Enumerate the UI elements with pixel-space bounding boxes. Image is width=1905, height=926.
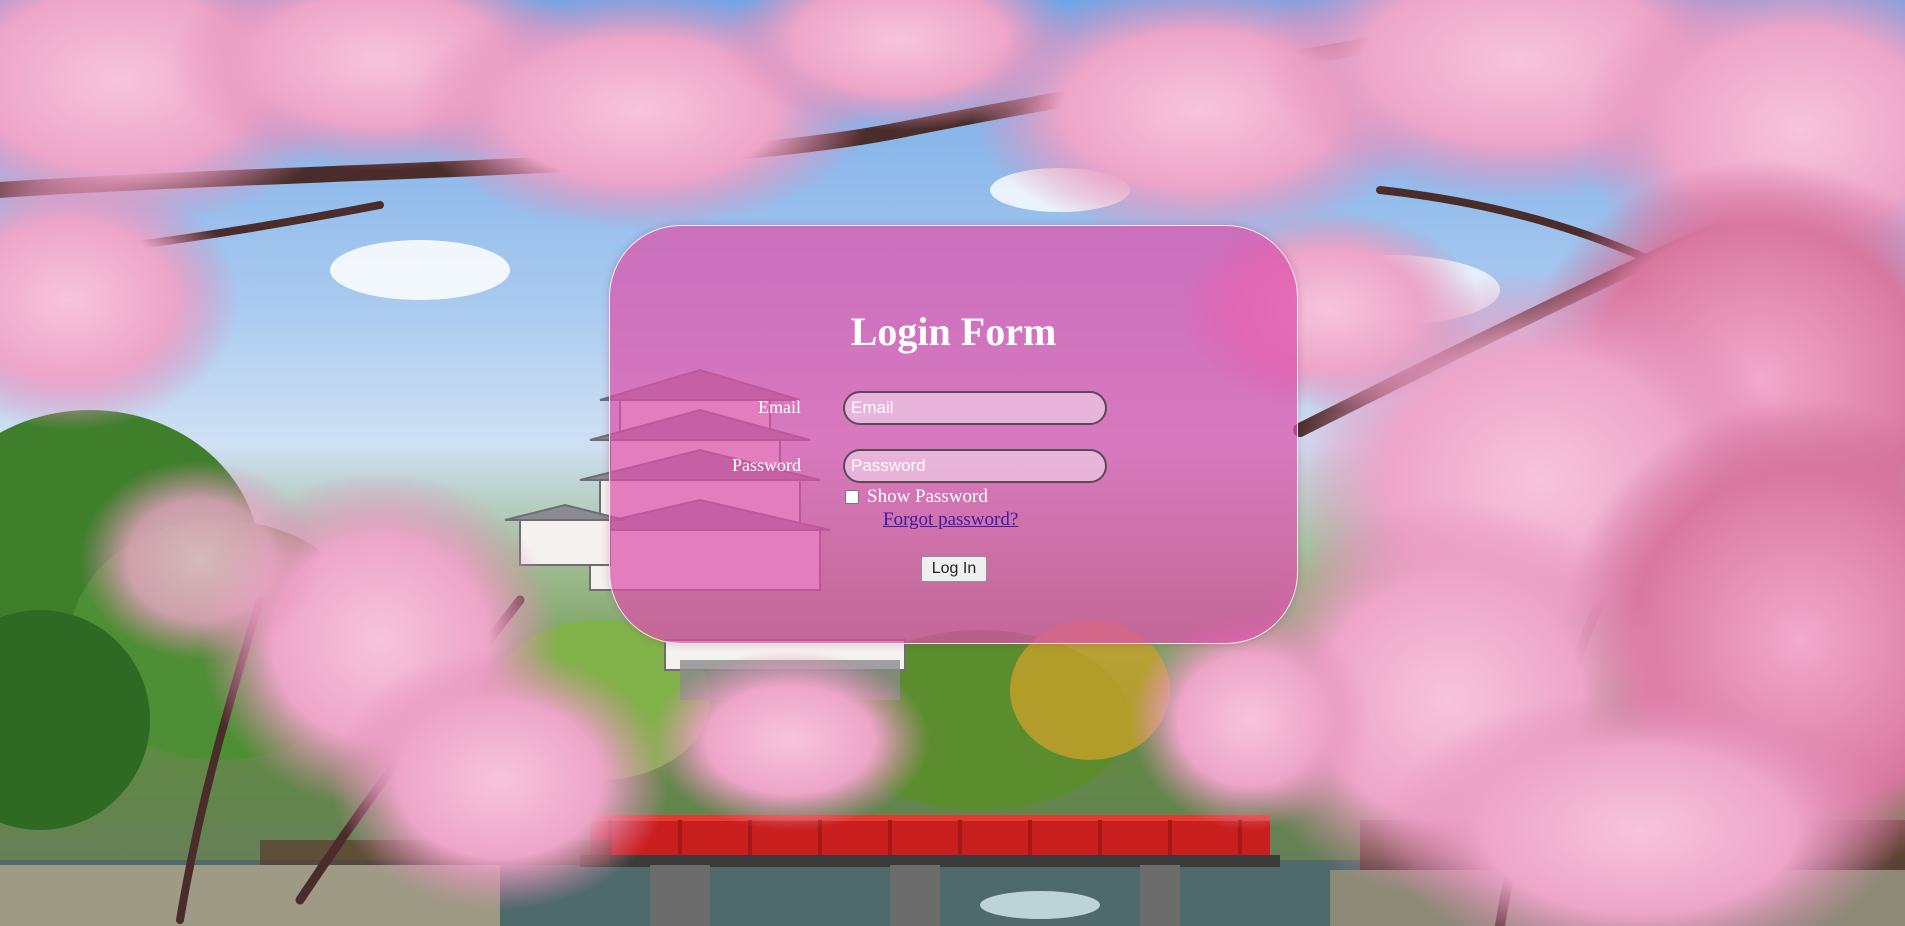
login-title: Login Form xyxy=(850,309,1057,354)
email-field[interactable] xyxy=(843,391,1107,425)
login-form-card: Login Form Email Password Show Password … xyxy=(609,225,1298,644)
show-password-toggle[interactable]: Show Password xyxy=(845,487,988,507)
forgot-password-link[interactable]: Forgot password? xyxy=(883,510,1018,530)
password-field[interactable] xyxy=(843,449,1107,483)
login-button[interactable]: Log In xyxy=(921,556,987,582)
email-label: Email xyxy=(758,397,801,417)
show-password-label: Show Password xyxy=(867,486,988,507)
password-label: Password xyxy=(731,455,801,475)
show-password-checkbox[interactable] xyxy=(845,490,859,504)
